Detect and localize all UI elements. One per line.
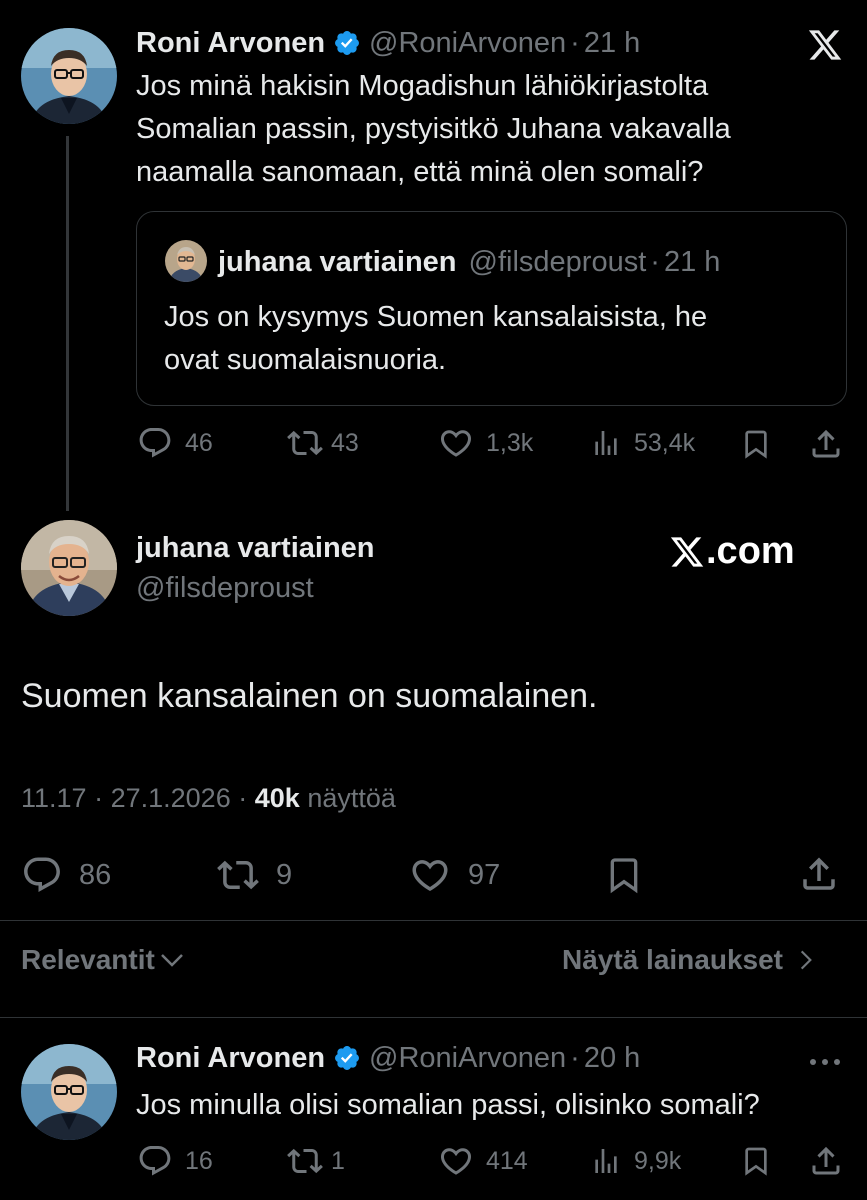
repost-icon bbox=[217, 860, 259, 890]
quote-time: 21 h bbox=[663, 245, 721, 278]
like-button[interactable]: 1,3k bbox=[438, 425, 533, 461]
main-tweet-text: Suomen kansalainen on suomalainen. bbox=[21, 677, 598, 715]
chevron-down-icon bbox=[160, 954, 183, 967]
author-name[interactable]: Roni Arvonen bbox=[136, 27, 325, 60]
views-count: 9,9k bbox=[634, 1146, 682, 1175]
bookmark-icon bbox=[745, 1147, 767, 1176]
heart-icon bbox=[440, 1148, 472, 1175]
bookmark-button[interactable] bbox=[740, 425, 772, 463]
tweet1-header: Roni Arvonen @RoniArvonen · 21 h bbox=[136, 26, 640, 60]
share-button[interactable] bbox=[798, 852, 840, 896]
quote-header: juhana vartiainen @filsdeproust · 21 h bbox=[218, 245, 720, 279]
repost-icon bbox=[287, 430, 323, 456]
divider bbox=[0, 920, 867, 921]
main-author-name[interactable]: juhana vartiainen bbox=[136, 532, 375, 565]
author-handle[interactable]: @RoniArvonen bbox=[369, 27, 566, 60]
reply-icon bbox=[24, 857, 60, 892]
tweet1-text-line: naamalla sanomaan, että minä olen somali… bbox=[136, 156, 704, 188]
x-logo-icon bbox=[806, 27, 844, 63]
author-name[interactable]: Roni Arvonen bbox=[136, 1042, 325, 1075]
repost-count: 43 bbox=[331, 428, 359, 457]
tweet-date[interactable]: 27.1.2026 bbox=[111, 783, 231, 813]
reply-button[interactable]: 86 bbox=[21, 854, 111, 896]
repost-icon bbox=[287, 1148, 323, 1174]
repost-count: 9 bbox=[276, 858, 293, 891]
thread-connector-line bbox=[66, 136, 69, 511]
tweet-meta: 11.17 · 27.1.2026 · 40k näyttöä bbox=[21, 783, 396, 814]
sort-dropdown[interactable]: Relevantit bbox=[21, 944, 187, 976]
repost-button[interactable]: 1 bbox=[285, 1143, 345, 1179]
x-logo-icon bbox=[670, 536, 704, 567]
sort-label: Relevantit bbox=[21, 944, 155, 975]
share-button[interactable] bbox=[808, 425, 844, 463]
share-icon bbox=[812, 1146, 840, 1175]
like-count: 1,3k bbox=[486, 428, 534, 457]
quote-author-handle: @filsdeproust bbox=[468, 245, 647, 278]
reply-count: 86 bbox=[79, 858, 112, 891]
repost-button[interactable]: 43 bbox=[285, 425, 359, 461]
meta-separator: · bbox=[94, 783, 104, 813]
header-separator: · bbox=[570, 1041, 580, 1074]
like-button[interactable]: 414 bbox=[438, 1143, 528, 1179]
quote-avatar[interactable] bbox=[165, 240, 207, 282]
reply-icon bbox=[139, 428, 171, 458]
share-icon bbox=[803, 857, 835, 890]
watermark-text: .com bbox=[706, 530, 795, 572]
reply-button[interactable]: 46 bbox=[137, 425, 213, 461]
quote-author-name: juhana vartiainen bbox=[218, 245, 457, 278]
avatar-juhana-vartiainen[interactable] bbox=[21, 520, 117, 616]
x-com-watermark: .com bbox=[668, 530, 795, 573]
views-chart-icon bbox=[595, 1149, 617, 1173]
tweet-time[interactable]: 20 h bbox=[584, 1042, 640, 1075]
views-count: 53,4k bbox=[634, 428, 696, 457]
bookmark-button[interactable] bbox=[740, 1142, 772, 1180]
reply-text: Jos minulla olisi somalian passi, olisin… bbox=[136, 1089, 760, 1121]
reply-button[interactable]: 16 bbox=[137, 1143, 213, 1179]
quote-text-line: Jos on kysymys Suomen kansalaisista, he bbox=[164, 301, 708, 333]
avatar-roni-arvonen[interactable] bbox=[21, 28, 117, 124]
reply-icon bbox=[139, 1146, 171, 1176]
share-icon bbox=[812, 429, 840, 458]
repost-count: 1 bbox=[331, 1146, 345, 1175]
views-count: 40k bbox=[254, 783, 300, 813]
like-count: 97 bbox=[468, 858, 501, 891]
tweet1-text-line: Jos minä hakisin Mogadishun lähiökirjast… bbox=[136, 70, 709, 102]
main-author-handle[interactable]: @filsdeproust bbox=[136, 572, 314, 605]
repost-button[interactable]: 9 bbox=[214, 854, 292, 896]
views-button[interactable]: 9,9k bbox=[590, 1143, 681, 1179]
verified-badge-icon bbox=[333, 29, 361, 57]
views-chart-icon bbox=[595, 431, 617, 455]
quote-text: Jos on kysymys Suomen kansalaisista, he … bbox=[164, 296, 824, 382]
chevron-right-icon bbox=[800, 950, 812, 970]
views-button[interactable]: 53,4k bbox=[590, 425, 695, 461]
like-button[interactable]: 97 bbox=[408, 854, 500, 896]
tweet-time[interactable]: 11.17 bbox=[21, 783, 87, 813]
heart-icon bbox=[412, 860, 448, 892]
divider bbox=[0, 1017, 867, 1018]
views-label: näyttöä bbox=[307, 783, 396, 813]
quote-header-separator: · bbox=[650, 245, 660, 278]
reply-count: 46 bbox=[185, 428, 213, 457]
bookmark-button[interactable] bbox=[604, 852, 644, 898]
quote-text-line: ovat suomalaisnuoria. bbox=[164, 344, 447, 376]
verified-badge-icon bbox=[333, 1044, 361, 1072]
tweet1-text: Jos minä hakisin Mogadishun lähiökirjast… bbox=[136, 65, 856, 194]
tweet1-text-line: Somalian passin, pystyisitkö Juhana vaka… bbox=[136, 113, 731, 145]
more-options-icon[interactable] bbox=[808, 1054, 842, 1072]
bookmark-icon bbox=[745, 430, 767, 459]
like-count: 414 bbox=[486, 1146, 528, 1175]
reply-count: 16 bbox=[185, 1146, 213, 1175]
avatar-roni-arvonen[interactable] bbox=[21, 1044, 117, 1140]
view-quotes-link[interactable]: Näytä lainaukset bbox=[562, 944, 819, 976]
author-handle[interactable]: @RoniArvonen bbox=[369, 1042, 566, 1075]
heart-icon bbox=[440, 430, 472, 457]
meta-separator: · bbox=[238, 783, 248, 813]
header-separator: · bbox=[570, 26, 580, 59]
tweet-time[interactable]: 21 h bbox=[584, 27, 640, 60]
reply-header: Roni Arvonen @RoniArvonen · 20 h bbox=[136, 1041, 640, 1075]
view-quotes-label: Näytä lainaukset bbox=[562, 944, 783, 975]
bookmark-icon bbox=[610, 858, 638, 894]
share-button[interactable] bbox=[808, 1142, 844, 1180]
